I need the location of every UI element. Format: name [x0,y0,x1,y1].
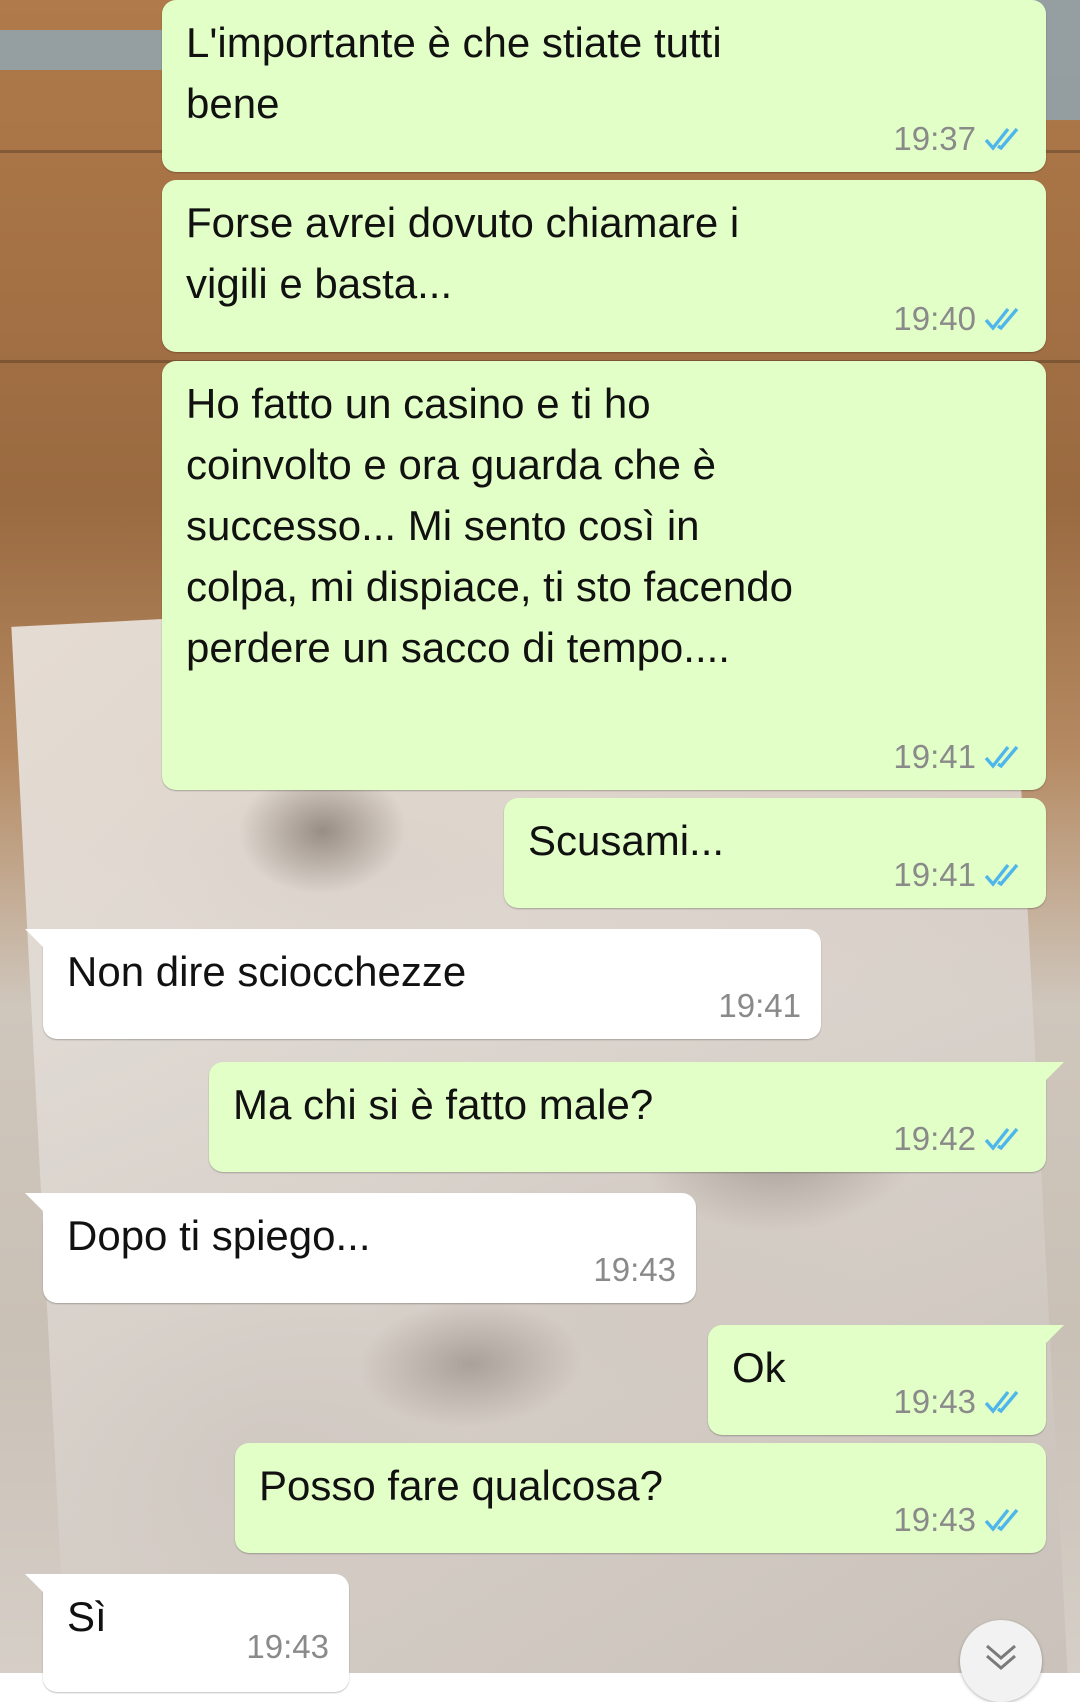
message-time: 19:43 [593,1251,676,1288]
message-text: Ho fatto un casino e ti ho coinvolto e o… [186,380,793,671]
message-time: 19:43 [246,1628,329,1665]
message-meta: 19:43 [593,1251,676,1289]
message-time: 19:37 [893,120,976,157]
message-meta: 19:43 [893,1501,1026,1539]
message-bubble-incoming[interactable]: Sì 19:43 [25,1574,349,1692]
message-time: 19:42 [893,1120,976,1157]
wallpaper-detail [0,30,170,70]
read-ticks-icon [984,863,1019,887]
message-meta: 19:40 [893,300,1026,338]
message-time: 19:41 [718,987,801,1024]
message-time: 19:41 [893,856,976,893]
message-meta: 19:42 [893,1120,1026,1158]
message-bubble-outgoing[interactable]: Posso fare qualcosa? 19:43 [235,1443,1046,1553]
message-bubble-outgoing[interactable]: L'importante è che stiate tutti bene 19:… [162,0,1046,172]
message-bubble-outgoing[interactable]: Scusami... 19:41 [504,798,1046,908]
message-bubble-incoming[interactable]: Non dire sciocchezze 19:41 [25,929,821,1039]
bubble-tail [1042,1062,1064,1084]
message-text: Forse avrei dovuto chiamare i vigili e b… [186,199,740,307]
message-bubble-outgoing[interactable]: Forse avrei dovuto chiamare i vigili e b… [162,180,1046,352]
bubble-tail [25,929,47,951]
message-text: Non dire sciocchezze [67,948,467,995]
message-meta: 19:37 [893,120,1026,158]
message-meta: 19:41 [893,856,1026,894]
message-meta: 19:41 [893,738,1026,776]
message-time: 19:43 [893,1501,976,1538]
bubble-tail [25,1193,47,1215]
bubble-tail [25,1574,47,1596]
message-bubble-outgoing[interactable]: Ma chi si è fatto male? 19:42 [209,1062,1064,1172]
read-ticks-icon [984,127,1019,151]
scroll-down-button[interactable] [960,1620,1042,1702]
message-meta: 19:41 [718,987,801,1025]
message-meta: 19:43 [246,1628,329,1666]
message-time: 19:43 [893,1383,976,1420]
message-text: L'importante è che stiate tutti bene [186,19,722,127]
message-text: Dopo ti spiego... [67,1212,371,1259]
bubble-tail [1042,1325,1064,1347]
double-chevron-down-icon [986,1644,1016,1670]
read-ticks-icon [984,1508,1019,1532]
message-meta: 19:43 [893,1383,1026,1421]
message-time: 19:41 [893,738,976,775]
read-ticks-icon [984,1390,1019,1414]
message-bubble-incoming[interactable]: Dopo ti spiego... 19:43 [25,1193,696,1303]
message-time: 19:40 [893,300,976,337]
read-ticks-icon [984,307,1019,331]
message-bubble-outgoing[interactable]: Ho fatto un casino e ti ho coinvolto e o… [162,361,1046,790]
read-ticks-icon [984,745,1019,769]
read-ticks-icon [984,1127,1019,1151]
message-bubble-outgoing[interactable]: Ok 19:43 [708,1325,1064,1435]
